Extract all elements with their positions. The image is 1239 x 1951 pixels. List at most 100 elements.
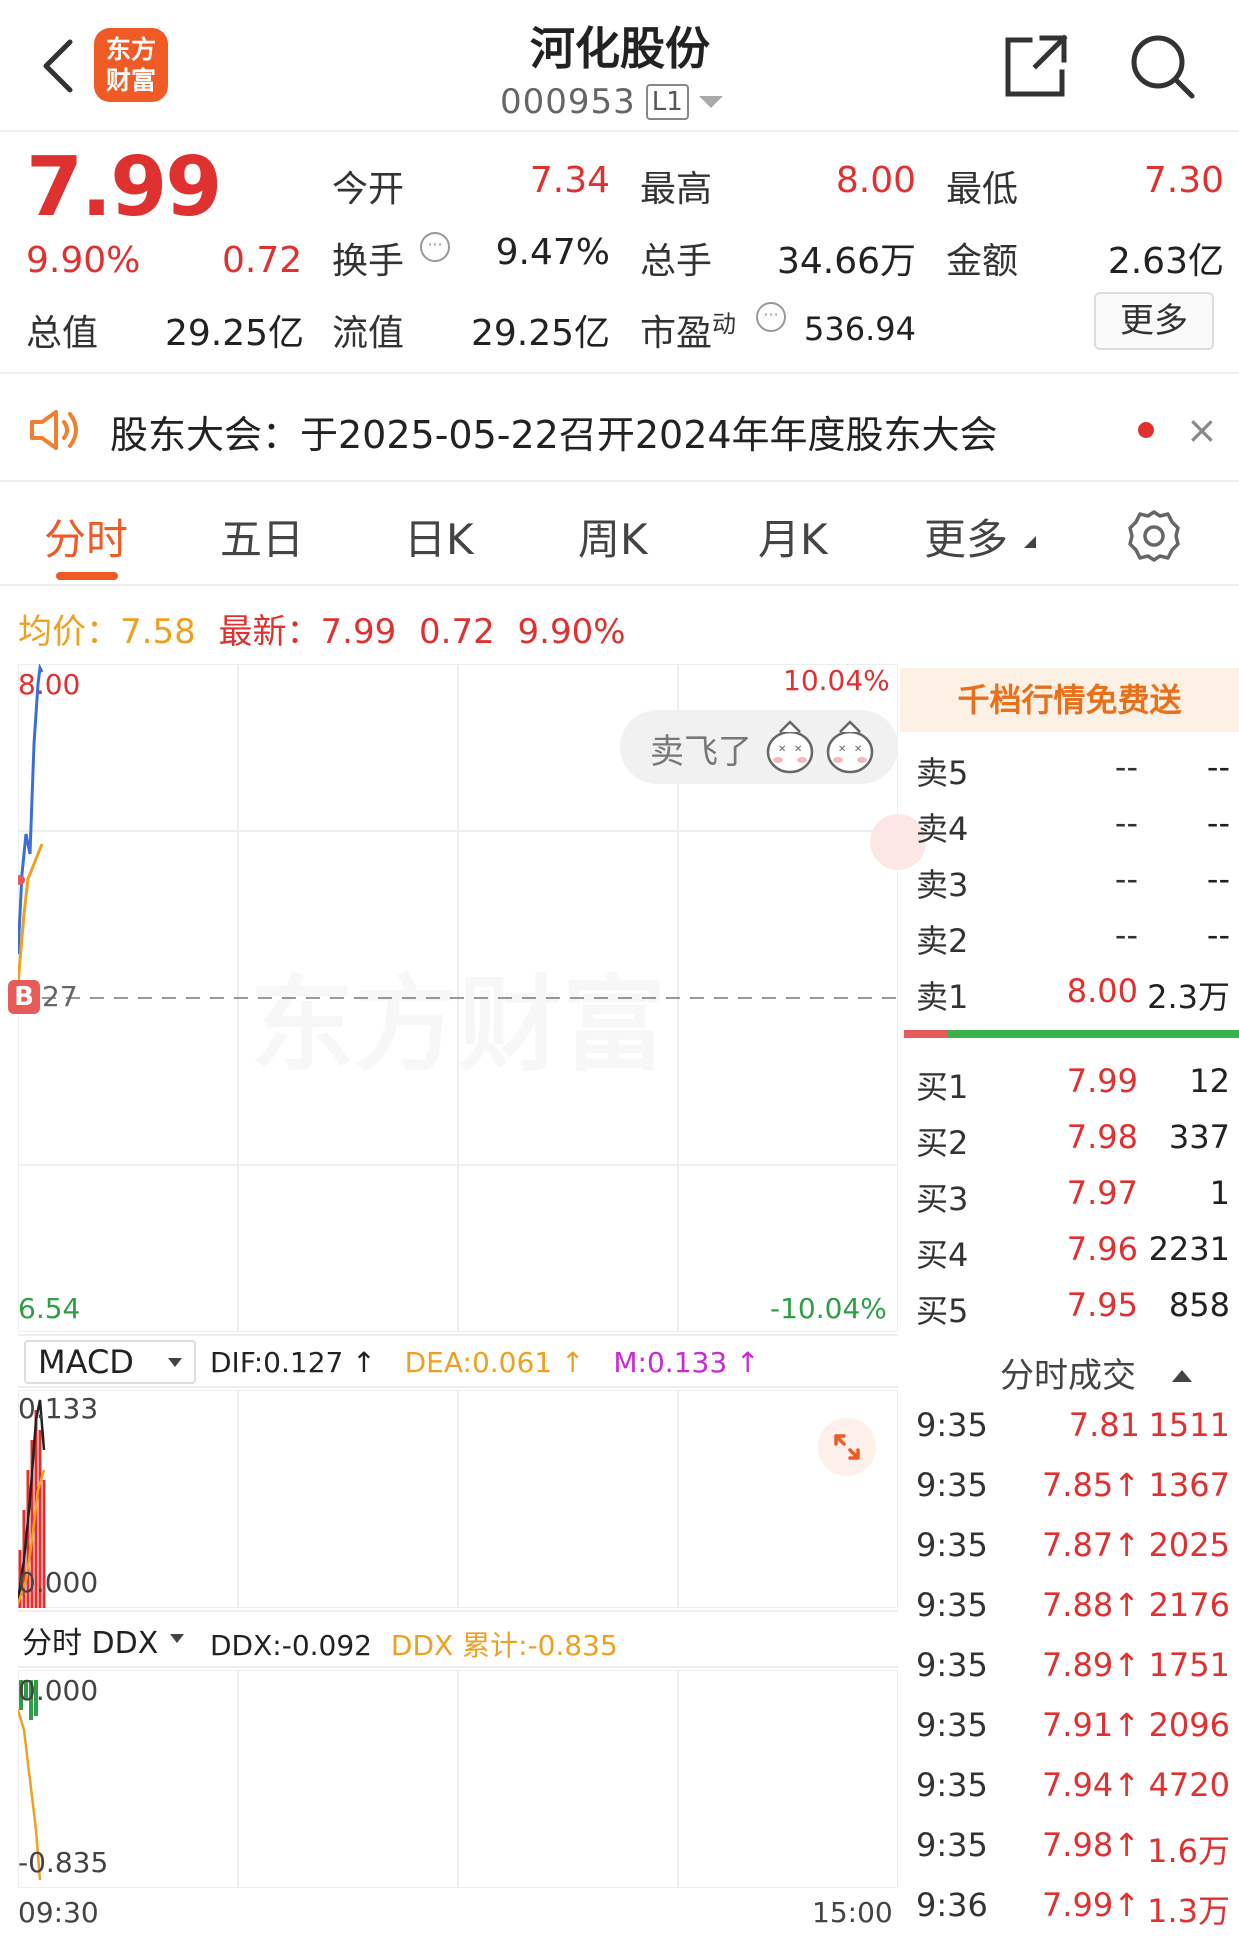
trades-title[interactable]: 分时成交 — [1000, 1348, 1136, 1397]
notice-bar[interactable]: 股东大会：于2025-05-22召开2024年年度股东大会 × — [0, 376, 1239, 482]
high-value: 8.00 — [835, 160, 916, 201]
macd-values: DIF:0.127 ↑ DEA:0.061 ↑ M:0.133 ↑ — [210, 1346, 760, 1379]
share-icon[interactable] — [1000, 30, 1072, 102]
ask-row: 卖2 -- -- — [916, 916, 1230, 960]
svg-text:✕: ✕ — [778, 744, 786, 755]
chevron-down-icon — [698, 96, 723, 108]
svg-text:✕: ✕ — [838, 744, 846, 755]
more-caret-icon — [1024, 536, 1036, 548]
info-icon[interactable]: ··· — [756, 302, 786, 332]
expand-icon[interactable] — [818, 1418, 876, 1476]
volume-value: 34.66万 — [776, 241, 916, 282]
low-label: 最低 — [946, 169, 1019, 210]
float-value: 29.25亿 — [470, 313, 610, 354]
pct-axis-bottom: -10.04% — [770, 1292, 887, 1325]
reference-price-label: 27 — [42, 980, 78, 1013]
bid-row: 买3 7.97 1 — [916, 1174, 1230, 1218]
notice-text: 股东大会：于2025-05-22召开2024年年度股东大会 — [110, 413, 998, 457]
indicator-selector[interactable]: MACD — [24, 1340, 196, 1384]
tab-monthly-k[interactable]: 月K — [758, 506, 828, 567]
tab-daily-k[interactable]: 日K — [404, 506, 474, 567]
price-axis-top: 8.00 — [18, 668, 81, 701]
time-axis-end: 15:00 — [812, 1896, 893, 1929]
more-button[interactable]: 更多 — [1094, 292, 1214, 350]
trade-row: 9:35 7.91↑ 2096 — [916, 1706, 1230, 1744]
bid-ask-ratio-bar — [904, 1030, 1239, 1038]
bid-row: 买4 7.96 2231 — [916, 1230, 1230, 1274]
change-percent: 9.90% — [26, 240, 141, 281]
ddx-chart[interactable] — [18, 1670, 898, 1888]
info-icon[interactable]: ··· — [420, 232, 450, 262]
close-icon[interactable]: × — [1186, 411, 1218, 449]
chevron-up-icon[interactable] — [1172, 1370, 1192, 1382]
trade-row: 9:35 7.87↑ 2025 — [916, 1526, 1230, 1564]
high-label: 最高 — [640, 169, 713, 210]
level2-promo-banner[interactable]: 千档行情免费送 — [900, 668, 1239, 732]
buy-marker[interactable]: B — [8, 980, 40, 1014]
dropdown-caret-icon — [168, 1358, 182, 1367]
amount-value: 2.63亿 — [1107, 241, 1224, 282]
stock-name: 河化股份 — [529, 22, 710, 75]
quote-panel: 7.99 9.90% 0.72 今开 7.34 最高 8.00 最低 7.30 … — [0, 134, 1239, 374]
float-label: 流值 — [332, 313, 405, 354]
change-amount: 0.72 — [222, 240, 303, 281]
time-axis-start: 09:30 — [18, 1896, 99, 1929]
watermark: 东方财富 — [250, 940, 666, 1091]
mktcap-label: 总值 — [26, 313, 99, 354]
sold-early-bubble[interactable]: 卖飞了 ✕ ✕ ✕ ✕ — [620, 710, 898, 784]
mktcap-value: 29.25亿 — [164, 313, 304, 354]
ddx-axis-bottom: -0.835 — [18, 1846, 109, 1879]
face-sticker-icon: ✕ ✕ — [766, 720, 814, 774]
dropdown-caret-icon — [170, 1634, 185, 1643]
last-price: 7.99 — [26, 140, 222, 235]
low-value: 7.30 — [1143, 160, 1224, 201]
amount-label: 金额 — [946, 241, 1019, 282]
trade-row: 9:35 7.89↑ 1751 — [916, 1646, 1230, 1684]
ask-row: 卖1 8.00 2.3万 — [916, 972, 1230, 1016]
app-logo: 东方 财富 — [94, 28, 168, 102]
trade-row: 9:35 7.94↑ 4720 — [916, 1766, 1230, 1804]
back-arrow-icon[interactable] — [36, 36, 80, 96]
svg-text:✕: ✕ — [794, 744, 802, 755]
bubble-text: 卖飞了 — [650, 732, 752, 772]
turnover-value: 9.47% — [495, 232, 610, 273]
pct-axis-top: 10.04% — [783, 664, 890, 697]
open-label: 今开 — [332, 169, 405, 210]
macd-axis-bottom: 0.000 — [18, 1566, 99, 1599]
speaker-icon — [30, 410, 78, 450]
macd-chart[interactable] — [18, 1390, 898, 1608]
tab-intraday[interactable]: 分时 — [44, 506, 128, 567]
ddx-axis-top: 0.000 — [18, 1674, 99, 1707]
macd-indicator-bar: MACD DIF:0.127 ↑ DEA:0.061 ↑ M:0.133 ↑ — [18, 1334, 898, 1388]
ask-row: 卖3 -- -- — [916, 860, 1230, 904]
trade-row: 9:35 7.85↑ 1367 — [916, 1466, 1230, 1504]
ddx-values: DDX:-0.092 DDX 累计:-0.835 — [210, 1629, 618, 1662]
pe-value: 536.94 — [804, 310, 916, 348]
unread-dot — [1138, 422, 1154, 438]
open-value: 7.34 — [529, 160, 610, 201]
trade-row: 9:36 7.99↑ 1.3万 — [916, 1886, 1230, 1930]
gear-icon[interactable] — [1126, 508, 1182, 564]
face-sticker-icon: ✕ ✕ — [826, 720, 874, 774]
chart-tabs: 分时 五日 日K 周K 月K 更多 — [0, 484, 1239, 586]
stock-code: 000953 — [500, 82, 636, 122]
trade-row: 9:35 7.88↑ 2176 — [916, 1586, 1230, 1624]
search-icon[interactable] — [1126, 30, 1198, 102]
tab-weekly-k[interactable]: 周K — [578, 506, 648, 567]
indicator-selector[interactable]: 分时 DDX — [22, 1618, 185, 1662]
trade-row: 9:35 7.81 1511 — [916, 1406, 1230, 1444]
tab-five-day[interactable]: 五日 — [220, 506, 304, 567]
price-summary-line: 均价：7.58 最新：7.99 0.72 9.90% — [18, 612, 626, 652]
price-axis-bottom: 6.54 — [18, 1292, 81, 1325]
svg-text:✕: ✕ — [854, 744, 862, 755]
volume-label: 总手 — [640, 241, 713, 282]
tab-more[interactable]: 更多 — [924, 506, 1008, 567]
macd-axis-top: 0.133 — [18, 1392, 99, 1425]
stock-code-row[interactable]: 000953 L1 — [500, 80, 723, 124]
active-tab-indicator — [56, 572, 118, 580]
ask-row: 卖5 -- -- — [916, 748, 1230, 792]
pe-label: 市盈动 — [640, 310, 737, 354]
bid-row: 买5 7.95 858 — [916, 1286, 1230, 1330]
ddx-indicator-bar: 分时 DDX DDX:-0.092 DDX 累计:-0.835 — [18, 1610, 898, 1668]
app-header: 东方 财富 河化股份 000953 L1 — [0, 0, 1239, 132]
